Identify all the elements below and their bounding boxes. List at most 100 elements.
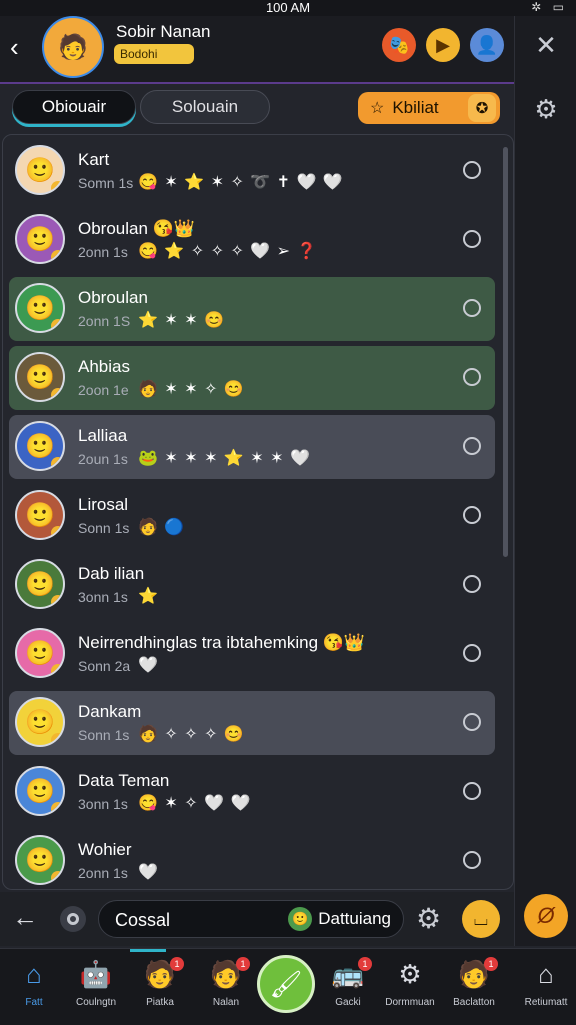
compose-fab[interactable]: Ø — [524, 894, 568, 938]
contact-name: Kart — [78, 150, 110, 169]
list-item[interactable]: 🙂 Data Teman 3onn 1s 😋 ✶ ✧ 🤍 🤍 — [9, 760, 495, 824]
bottom-nav: ⌂ Fatt 🤖 Coulngtn 🧑 1 Piatka 🧑 1 Nalan 🚌 1 Gacki ⚙ Dor… — [0, 948, 576, 1025]
nav-item-1[interactable]: 🤖 Coulngtn — [64, 957, 128, 1021]
message-field[interactable]: 🙂 Dattuiang — [98, 900, 404, 939]
list-item[interactable]: 🙂 Dab ilian 3onn 1s ⭐ — [9, 553, 495, 617]
nav-label: Piatka — [146, 997, 174, 1008]
list-item[interactable]: 🙂 Dankam Sonn 1s 🧑 ✧ ✧ ✧ 😊 — [9, 691, 495, 755]
avatar[interactable]: 🙂 — [15, 766, 65, 816]
contact-name: Neirrendhinglas tra ibtahemking 😘👑 — [78, 633, 366, 652]
avatar[interactable]: 🙂 — [15, 490, 65, 540]
mention-chip[interactable]: 🙂 Dattuiang — [288, 905, 391, 933]
notification-badge: 1 — [358, 957, 372, 971]
nav-item-3[interactable]: 🧑 1 Nalan — [194, 957, 258, 1021]
nav-label: Nalan — [212, 997, 240, 1008]
mask-face-icon[interactable]: 🎭 — [382, 28, 416, 62]
select-radio[interactable] — [463, 782, 481, 800]
nav-item-5[interactable]: ⚙ Dormmuan — [378, 957, 442, 1021]
contact-name: Ahbias — [78, 357, 130, 376]
nav-item-0[interactable]: ⌂ Fatt — [2, 957, 66, 1021]
settings-icon[interactable]: ⚙ — [529, 92, 563, 126]
nav-item-4[interactable]: 🚌 1 Gacki — [316, 957, 380, 1021]
contact-time: 2onn 1s — [78, 865, 128, 881]
list-item[interactable]: 🙂 Kart Somn 1s 😋 ✶ ⭐ ✶ ✧ ➰ ✝ 🤍 🤍 — [9, 139, 495, 203]
contact-time: 2oun 1s — [78, 451, 128, 467]
avatar-icon: 🧑 1 — [194, 957, 258, 991]
play-icon[interactable]: ▶ — [426, 28, 460, 62]
list-item[interactable]: 🙂 Lalliaa 2oun 1s 🐸 ✶ ✶ ✶ ⭐ ✶ ✶ 🤍 — [9, 415, 495, 479]
avatar[interactable]: 🙂 — [15, 628, 65, 678]
contact-time: Sonn 1s — [78, 520, 130, 536]
list-item[interactable]: 🙂 Neirrendhinglas tra ibtahemking 😘👑 Sonn … — [9, 622, 495, 686]
select-radio[interactable] — [463, 644, 481, 662]
home-icon: ⌂ — [538, 959, 554, 989]
nav-label: Baclatton — [453, 997, 495, 1008]
list-item[interactable]: 🙂 Lirosal Sonn 1s 🧑 🔵 — [9, 484, 495, 548]
gear-icon: ⚙ — [398, 959, 422, 989]
nav-label: Gacki — [335, 997, 361, 1008]
contact-name: Obroulan 😘👑 — [78, 219, 195, 238]
avatar[interactable]: 🙂 — [15, 697, 65, 747]
right-panel: ✕ ⚙ — [514, 16, 576, 946]
reaction-icons: 🧑 ✶ ✶ ✧ 😊 — [138, 381, 245, 398]
mention-chip-label: Dattuiang — [318, 909, 391, 928]
tab-bar: Obiouair Solouain ☆ Kbiliat ✪ — [0, 84, 514, 132]
message-input[interactable] — [113, 901, 277, 939]
tab-kbiliat[interactable]: ☆ Kbiliat ✪ — [358, 92, 500, 124]
nav-item-7[interactable]: ⌂ Retiumatt — [514, 957, 576, 1021]
contact-time: 3onn 1s — [78, 589, 128, 605]
chevron-left-icon[interactable]: ‹ — [10, 32, 19, 63]
nav-item-6[interactable]: 🧑 1 Baclatton — [442, 957, 506, 1021]
select-radio[interactable] — [463, 713, 481, 731]
brush-icon[interactable]: 🖌 — [257, 955, 315, 1013]
contact-name: Dab ilian — [78, 564, 145, 583]
scrollbar[interactable] — [503, 147, 508, 557]
list-item[interactable]: 🙂 Obroulan 2onn 1S ⭐ ✶ ✶ 😊 — [9, 277, 495, 341]
record-icon[interactable] — [60, 906, 86, 932]
bus-icon: 🚌 1 — [316, 957, 380, 991]
select-radio[interactable] — [463, 437, 481, 455]
list-item[interactable]: 🙂 Wohier 2onn 1s 🤍 — [9, 829, 495, 889]
status-bar: 100 AM ✲ ▭ — [0, 0, 576, 16]
contact-time: Sonn 1s — [78, 727, 130, 743]
tab-obiouair[interactable]: Obiouair — [12, 90, 136, 124]
select-radio[interactable] — [463, 230, 481, 248]
contact-time: Sonn 2a — [78, 658, 131, 674]
reaction-icons: 😋 ✶ ✧ 🤍 🤍 — [138, 795, 252, 812]
avatar[interactable]: 🙂 — [15, 214, 65, 264]
contact-name: Lirosal — [78, 495, 129, 514]
avatar[interactable]: 🙂 — [15, 283, 65, 333]
list-item[interactable]: 🙂 Obroulan 😘👑 2onn 1s 😋 ⭐ ✧ ✧ ✧ 🤍 ➢ ❓ — [9, 208, 495, 272]
avatar[interactable]: 🙂 — [15, 559, 65, 609]
reaction-icons: ⭐ — [138, 588, 159, 605]
bracket-icon[interactable]: ⌴ — [462, 900, 500, 938]
select-radio[interactable] — [463, 368, 481, 386]
nav-label: Coulngtn — [75, 997, 117, 1008]
avatar-status-icon — [51, 457, 63, 469]
select-radio[interactable] — [463, 575, 481, 593]
close-icon[interactable]: ✕ — [529, 28, 563, 62]
avatar[interactable]: 🙂 — [15, 352, 65, 402]
user-avatar-icon[interactable]: 🧑 — [42, 16, 104, 78]
tab-solouain[interactable]: Solouain — [140, 90, 270, 124]
contact-list[interactable]: 🙂 Kart Somn 1s 😋 ✶ ⭐ ✶ ✧ ➰ ✝ 🤍 🤍 🙂 Obroulan 😘… — [2, 134, 514, 890]
arrow-left-icon[interactable]: ← — [12, 902, 38, 933]
select-radio[interactable] — [463, 851, 481, 869]
select-radio[interactable] — [463, 161, 481, 179]
avatar[interactable]: 🙂 — [15, 145, 65, 195]
select-radio[interactable] — [463, 506, 481, 524]
reaction-icons: 🧑 ✧ ✧ ✧ 😊 — [138, 726, 245, 743]
nav-label: Dormmuan — [385, 997, 435, 1008]
nav-item-2[interactable]: 🧑 1 Piatka — [128, 957, 192, 1021]
gear-icon[interactable]: ⚙ — [416, 902, 441, 935]
contact-time: Somn 1s — [78, 175, 134, 191]
avatar-status-icon — [51, 871, 63, 883]
badge-icon: ✪ — [468, 94, 496, 122]
select-radio[interactable] — [463, 299, 481, 317]
reaction-icons: ⭐ ✶ ✶ 😊 — [138, 312, 225, 329]
profile-icon[interactable]: 👤 — [470, 28, 504, 62]
list-item[interactable]: 🙂 Ahbias 2oon 1e 🧑 ✶ ✶ ✧ 😊 — [9, 346, 495, 410]
avatar[interactable]: 🙂 — [15, 421, 65, 471]
status-time: 100 AM — [265, 0, 311, 15]
avatar[interactable]: 🙂 — [15, 835, 65, 885]
